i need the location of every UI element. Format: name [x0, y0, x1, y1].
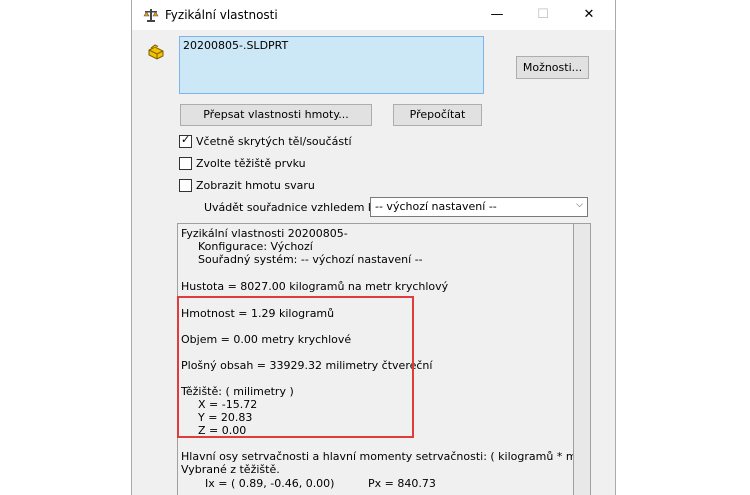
principal-axes-subheader: Vybrané z těžiště. [181, 463, 280, 476]
include-hidden-bodies-label: Včetně skrytých těl/součástí [196, 135, 352, 148]
scale-icon [143, 9, 159, 22]
highlight-box [177, 296, 414, 438]
feature-cog-checkbox[interactable] [179, 157, 192, 170]
maximize-button[interactable]: ☐ [520, 0, 566, 30]
px-line: Px = 840.73 [368, 477, 436, 490]
coordinate-system-select[interactable]: -- výchozí nastavení -- ⌵ [370, 197, 588, 217]
selection-listbox[interactable]: 20200805-.SLDPRT [179, 36, 484, 94]
principal-axes-header: Hlavní osy setrvačnosti a hlavní momenty… [181, 450, 573, 463]
part-icon [148, 44, 164, 60]
recalculate-button[interactable]: Přepočítat [393, 104, 482, 126]
density-line: Hustota = 8027.00 kilogramů na metr kryc… [181, 280, 449, 293]
coord-system-line: Souřadný systém: -- výchozí nastavení -- [198, 253, 423, 266]
configuration-line: Konfigurace: Výchozí [198, 240, 313, 253]
weld-mass-label: Zobrazit hmotu svaru [196, 179, 315, 192]
include-hidden-bodies-checkbox[interactable]: ✓ [179, 133, 192, 148]
override-mass-properties-button[interactable]: Přepsat vlastnosti hmoty... [180, 104, 372, 126]
results-header: Fyzikální vlastnosti 20200805- [181, 227, 348, 240]
title-bar[interactable]: Fyzikální vlastnosti — ☐ ✕ [132, 0, 615, 30]
list-item[interactable]: 20200805-.SLDPRT [183, 39, 288, 52]
close-button[interactable]: ✕ [566, 0, 612, 30]
coordinate-system-value: -- výchozí nastavení -- [375, 200, 497, 213]
window-title: Fyzikální vlastnosti [165, 8, 278, 22]
results-scrollbar[interactable] [574, 223, 591, 495]
feature-cog-label: Zvolte těžiště prvku [196, 157, 306, 170]
weld-mass-checkbox[interactable] [179, 179, 192, 192]
chevron-down-icon: ⌵ [576, 200, 583, 210]
ix-line: Ix = ( 0.89, -0.46, 0.00) [205, 477, 335, 490]
checkmark-icon: ✓ [181, 133, 191, 146]
mass-properties-window: Fyzikální vlastnosti — ☐ ✕ 20200805-.SLD… [131, 0, 616, 495]
options-button[interactable]: Možnosti... [516, 56, 589, 79]
coordinate-system-label: Uvádět souřadnice vzhledem k: [204, 201, 378, 214]
minimize-button[interactable]: — [474, 0, 520, 30]
